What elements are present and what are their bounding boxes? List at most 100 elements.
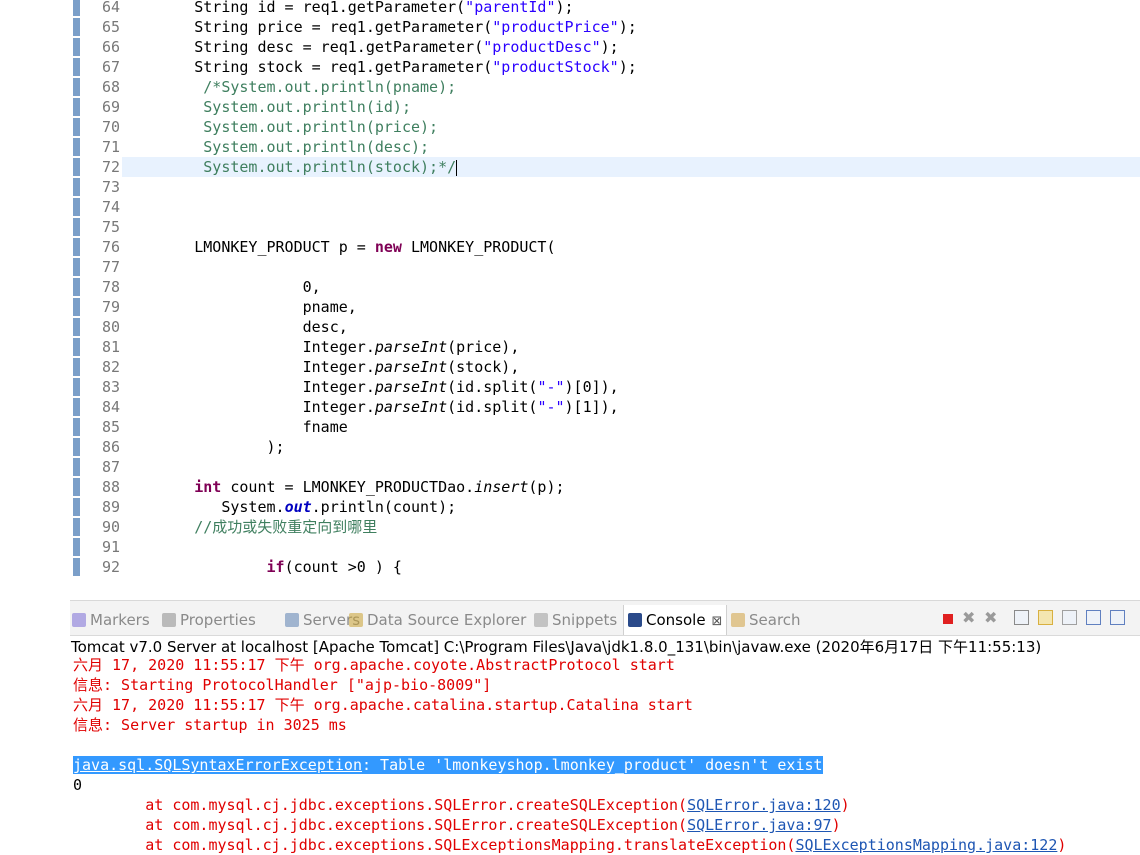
- line-number: 90: [101, 518, 120, 536]
- code-token: insert: [474, 478, 529, 496]
- tab-label: Console: [646, 611, 706, 629]
- line-number: 64: [101, 0, 120, 16]
- stacktrace-link[interactable]: SQLExceptionsMapping.java:122: [795, 836, 1057, 854]
- line-number: 65: [101, 18, 120, 36]
- code-line[interactable]: Integer.parseInt(stock),: [122, 357, 1140, 377]
- code-line[interactable]: String price = req1.getParameter("produc…: [122, 17, 1140, 37]
- code-line[interactable]: System.out.println(desc);: [122, 137, 1140, 157]
- code-line[interactable]: System.out.println(id);: [122, 97, 1140, 117]
- code-token: System.out.println(id);: [122, 98, 411, 116]
- code-editor[interactable]: 64 65 66 67 68 69 70 71 72 73 74 75 76 77 78 79 80 81 82 83…: [70, 0, 1140, 576]
- code-token: String price = req1.getParameter(: [122, 18, 493, 36]
- close-tab-icon[interactable]: ⊠: [712, 614, 723, 629]
- code-line[interactable]: [122, 197, 1140, 217]
- clear-console-icon[interactable]: [1014, 610, 1029, 625]
- code-line[interactable]: Integer.parseInt(id.split("-")[1]),: [122, 397, 1140, 417]
- code-token: LMONKEY_PRODUCT p =: [122, 238, 375, 256]
- code-line[interactable]: /*System.out.println(pname);: [122, 77, 1140, 97]
- code-line[interactable]: pname,: [122, 297, 1140, 317]
- tab-properties[interactable]: Properties: [162, 610, 256, 630]
- code-token: System.out.println(desc);: [122, 138, 430, 156]
- line-number: 82: [101, 358, 120, 376]
- tab-markers[interactable]: Markers: [72, 610, 150, 630]
- change-marker: [73, 178, 80, 196]
- terminate-icon[interactable]: [943, 614, 953, 624]
- code-token: parseInt: [374, 398, 448, 416]
- code-line[interactable]: );: [122, 437, 1140, 457]
- tab-label: Markers: [90, 611, 150, 629]
- search-icon: [731, 613, 745, 627]
- code-token: //成功或失败重定向到哪里: [122, 518, 378, 536]
- code-line[interactable]: Integer.parseInt(price),: [122, 337, 1140, 357]
- change-marker: [73, 118, 80, 136]
- code-token: parseInt: [374, 378, 448, 396]
- code-line[interactable]: String desc = req1.getParameter("product…: [122, 37, 1140, 57]
- code-token: System.out.println(stock);*/: [122, 158, 457, 176]
- pin-console-icon[interactable]: [1086, 610, 1101, 625]
- console-text: 信息: Server startup in 3025 ms: [73, 716, 347, 734]
- line-number: 77: [101, 258, 120, 276]
- code-line[interactable]: desc,: [122, 317, 1140, 337]
- change-marker: [73, 478, 80, 496]
- stacktrace-link[interactable]: java.sql.SQLSyntaxErrorException: [73, 756, 362, 774]
- code-token: LMONKEY_PRODUCT(: [401, 238, 556, 256]
- tab-search[interactable]: Search: [731, 610, 801, 630]
- line-number: 75: [101, 218, 120, 236]
- console-process-title: Tomcat v7.0 Server at localhost [Apache …: [71, 638, 1042, 656]
- code-line[interactable]: [122, 177, 1140, 197]
- code-line[interactable]: System.out.println(count);: [122, 497, 1140, 517]
- stacktrace-link[interactable]: SQLError.java:120: [687, 796, 841, 814]
- remove-all-icon[interactable]: ✖: [984, 610, 1000, 626]
- code-line[interactable]: //成功或失败重定向到哪里: [122, 517, 1140, 537]
- tab-data-source-explorer[interactable]: Data Source Explorer: [349, 610, 526, 630]
- code-area[interactable]: String id = req1.getParameter("parentId"…: [122, 0, 1140, 576]
- code-line[interactable]: fname: [122, 417, 1140, 437]
- scroll-lock-icon[interactable]: [1038, 610, 1053, 625]
- code-token: parseInt: [374, 358, 448, 376]
- code-token: "productDesc": [483, 38, 601, 56]
- code-token: if: [266, 558, 285, 576]
- code-line[interactable]: System.out.println(price);: [122, 117, 1140, 137]
- change-marker: [73, 498, 80, 516]
- view-tab-bar: Markers Properties Servers Data Source Expl…: [70, 601, 1140, 636]
- code-line[interactable]: LMONKEY_PRODUCT p = new LMONKEY_PRODUCT(: [122, 237, 1140, 257]
- remove-launch-icon[interactable]: ✖: [962, 610, 978, 626]
- change-marker: [73, 0, 80, 16]
- code-token: "productPrice": [492, 18, 619, 36]
- console-token: 六月 17, 2020 11:55:17 下午 org.apache.catal…: [73, 696, 693, 714]
- change-marker: [73, 378, 80, 396]
- console-output[interactable]: 六月 17, 2020 11:55:17 下午 org.apache.coyot…: [73, 655, 1140, 855]
- code-line[interactable]: [122, 457, 1140, 477]
- code-line[interactable]: int count = LMONKEY_PRODUCTDao.insert(p)…: [122, 477, 1140, 497]
- markers-icon: [72, 613, 86, 627]
- code-line[interactable]: 0,: [122, 277, 1140, 297]
- left-blank-area: [0, 0, 70, 600]
- code-token: );: [555, 0, 574, 16]
- code-line[interactable]: if(count >0 ) {: [122, 557, 1140, 576]
- tab-console[interactable]: Console ⊠: [623, 605, 728, 635]
- console-token: at com.mysql.cj.jdbc.exceptions.SQLError…: [73, 816, 688, 834]
- console-line: 六月 17, 2020 11:55:17 下午 org.apache.catal…: [73, 695, 1140, 715]
- code-line[interactable]: String id = req1.getParameter("parentId"…: [122, 0, 1140, 17]
- word-wrap-icon[interactable]: [1062, 610, 1077, 625]
- code-line[interactable]: Integer.parseInt(id.split("-")[0]),: [122, 377, 1140, 397]
- stacktrace-link[interactable]: SQLError.java:97: [687, 816, 832, 834]
- code-token: Integer.: [122, 338, 375, 356]
- code-token: "-": [537, 398, 565, 416]
- display-console-icon[interactable]: [1110, 610, 1125, 625]
- code-token: (count >0 ) {: [284, 558, 402, 576]
- code-token: (stock),: [447, 358, 520, 376]
- change-marker: [73, 398, 80, 416]
- console-line: at com.mysql.cj.jdbc.exceptions.SQLError…: [73, 815, 1140, 835]
- code-token: (id.split(: [447, 378, 538, 396]
- code-line[interactable]: String stock = req1.getParameter("produc…: [122, 57, 1140, 77]
- code-line[interactable]: [122, 217, 1140, 237]
- tab-snippets[interactable]: Snippets: [534, 610, 617, 630]
- code-line[interactable]: [122, 257, 1140, 277]
- code-line[interactable]: [122, 537, 1140, 557]
- console-icon: [628, 613, 642, 627]
- code-line[interactable]: System.out.println(stock);*/: [122, 157, 1140, 177]
- console-token: at com.mysql.cj.jdbc.exceptions.SQLError…: [73, 796, 688, 814]
